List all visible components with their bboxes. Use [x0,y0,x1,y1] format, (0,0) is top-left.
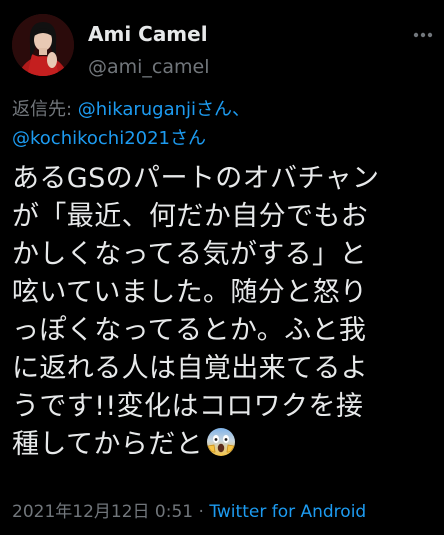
mention-suffix[interactable]: さん、 [196,99,250,120]
tweet-text-line: かしくなってる気がする」と [12,239,367,270]
tweet-text-line: 呟いていました。随分と怒り [12,277,368,308]
reply-context: 返信先: @hikaruganjiさん、 @kochikochi2021さん [12,95,436,153]
meta-separator: · [193,502,210,522]
tweet-text-line: あるGSのパートのオバチャン [12,163,380,194]
mention-link[interactable]: @kochikochi2021 [12,128,170,149]
mention-suffix[interactable]: さん [170,128,206,149]
author-name[interactable]: Ami Camel [88,22,208,46]
avatar[interactable] [12,14,74,76]
tweet-text-line: うです!!変化はコロワクを接 [12,391,364,422]
tweet-text-line: っぽくなってるとか。ふと我 [12,315,367,346]
tweet-text-line: 種してからだと [12,429,203,460]
tweet-card: Ami Camel @ami_camel 返信先: @hikaruganjiさん… [0,0,444,535]
tweet-meta: 2021年12月12日 0:51 · Twitter for Android [12,497,366,522]
timestamp[interactable]: 2021年12月12日 0:51 [12,502,193,522]
tweet-text-line: が「最近、何だか自分でもお [12,201,369,232]
more-options-icon[interactable] [412,24,434,46]
screaming-face-emoji-icon [207,428,235,456]
source-link[interactable]: Twitter for Android [209,502,366,522]
tweet-text-last-line: 種してからだと [12,426,440,464]
reply-prefix: 返信先: [12,99,78,120]
tweet-text: あるGSのパートのオバチャン が「最近、何だか自分でもお かしくなってる気がする… [12,160,440,464]
avatar-image [12,14,74,76]
tweet-text-line: に返れる人は自覚出来てるよ [12,353,369,384]
mention-link[interactable]: @hikaruganji [78,99,196,120]
author-handle[interactable]: @ami_camel [88,56,210,78]
